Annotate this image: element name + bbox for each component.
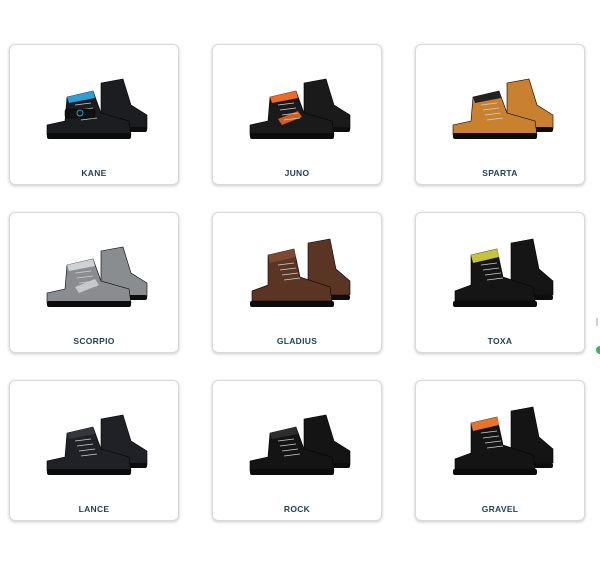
shoe-image [249,414,351,475]
shoe-image [249,78,351,139]
edge-divider [596,318,598,326]
product-name: JUNO [284,168,310,178]
product-name: GLADIUS [276,336,318,346]
product-card-rock[interactable]: ROCK [212,380,382,521]
product-card-gladius[interactable]: GLADIUS [212,212,382,353]
product-card-juno[interactable]: JUNO [212,44,382,185]
shoe-image [46,78,148,139]
shoe-image [250,238,351,307]
product-name: TOXA [487,336,513,346]
product-card-lance[interactable]: LANCE [9,380,179,521]
shoe-image [46,246,148,307]
shoe-image [452,78,554,139]
product-name: KANE [81,168,107,178]
product-name: GRAVEL [481,504,519,514]
chat-widget-icon[interactable] [596,346,600,354]
product-card-sparta[interactable]: SPARTA [415,44,585,185]
product-card-gravel[interactable]: GRAVEL [415,380,585,521]
product-card-toxa[interactable]: TOXA [415,212,585,353]
product-name: LANCE [78,504,110,514]
product-name: ROCK [283,504,311,514]
product-name: SCORPIO [73,336,115,346]
shoe-image [453,406,554,475]
product-grid: KANE JUNO SPARTA SCORPIO GLADIUS TOXA LA… [0,0,600,570]
product-name: SPARTA [482,168,518,178]
shoe-image [46,414,148,475]
product-card-kane[interactable]: KANE [9,44,179,185]
shoe-image [453,238,554,307]
product-card-scorpio[interactable]: SCORPIO [9,212,179,353]
